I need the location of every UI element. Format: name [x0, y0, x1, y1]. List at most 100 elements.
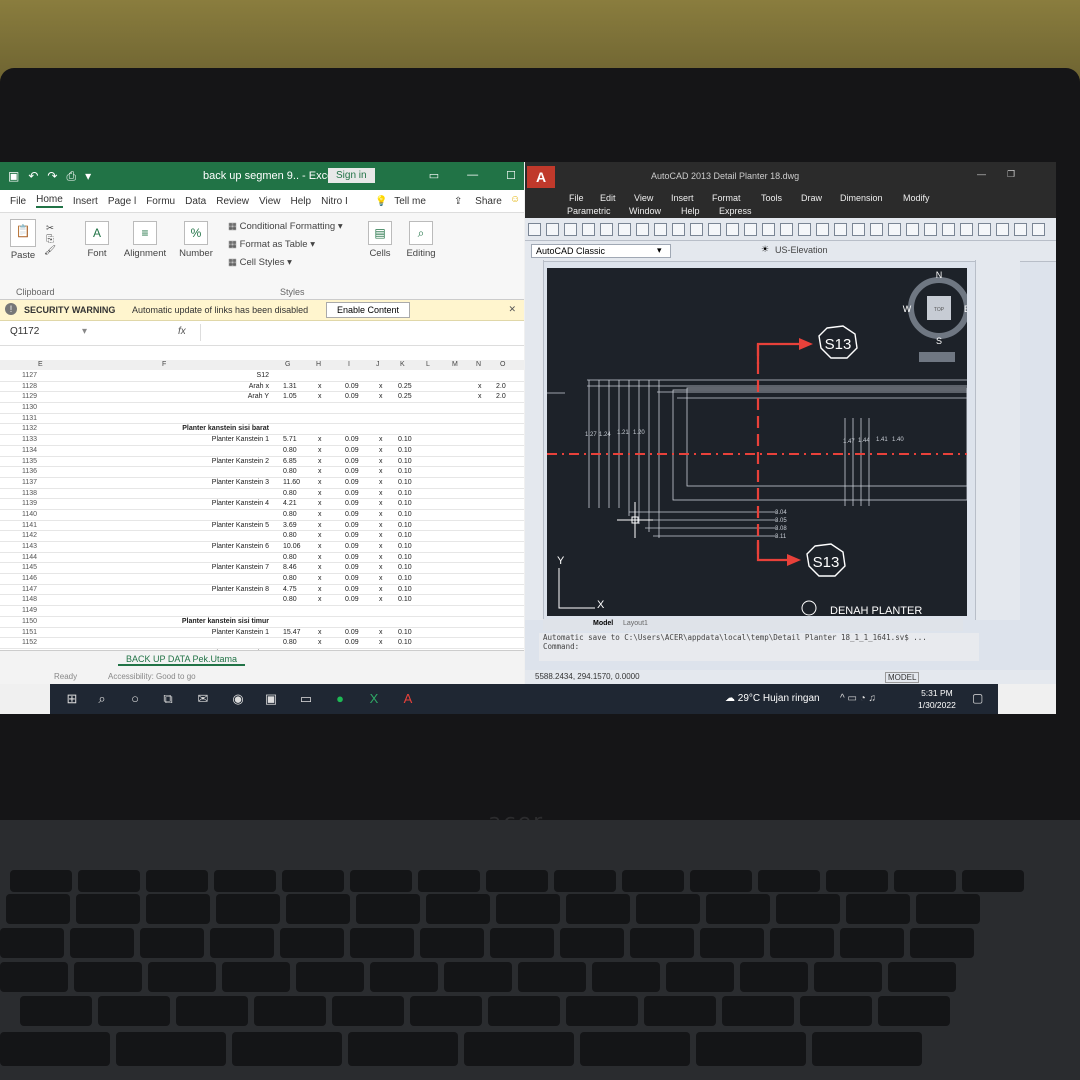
- toolbar-button[interactable]: [654, 223, 667, 236]
- table-cell[interactable]: x: [379, 639, 383, 646]
- table-cell[interactable]: x: [318, 554, 322, 561]
- command-line[interactable]: Automatic save to C:\Users\ACER\appdata\…: [539, 633, 979, 661]
- table-cell[interactable]: 4.21: [283, 500, 297, 507]
- table-row[interactable]: 1145 Planter Kanstein 7 8.46 x 0.09 x 0.10: [0, 563, 524, 575]
- table-cell[interactable]: Arah x: [249, 383, 269, 390]
- table-cell[interactable]: Planter kanstein sisi timur: [182, 618, 269, 625]
- row-number[interactable]: 1133: [22, 436, 37, 443]
- drawing-canvas[interactable]: 1.27 1.24 1.21 1.20 1.47 1.44 1.41 1.40 …: [547, 268, 967, 616]
- toolbar-button[interactable]: [708, 223, 721, 236]
- column-header[interactable]: I: [348, 361, 350, 368]
- table-cell[interactable]: 0.09: [345, 490, 359, 497]
- table-row[interactable]: 1141 Planter Kanstein 5 3.69 x 0.09 x 0.10: [0, 521, 524, 532]
- table-cell[interactable]: x: [318, 468, 322, 475]
- cell-styles-button[interactable]: ▦ Cell Styles ▾: [228, 257, 292, 268]
- table-cell[interactable]: 0.10: [398, 629, 412, 636]
- notifications-icon[interactable]: ▢: [972, 691, 983, 705]
- table-cell[interactable]: 0.09: [345, 458, 359, 465]
- table-cell[interactable]: x: [318, 564, 322, 571]
- table-cell[interactable]: x: [318, 586, 322, 593]
- table-cell[interactable]: x: [478, 383, 482, 390]
- table-cell[interactable]: x: [379, 554, 383, 561]
- row-number[interactable]: 1142: [22, 532, 37, 539]
- table-cell[interactable]: 0.09: [345, 639, 359, 646]
- menu-help[interactable]: Help: [681, 206, 700, 216]
- row-number[interactable]: 1127: [22, 372, 37, 379]
- toolbar-button[interactable]: [762, 223, 775, 236]
- name-box-dropdown-icon[interactable]: ▾: [82, 326, 87, 337]
- table-cell[interactable]: Planter Kanstein 1: [212, 629, 269, 636]
- ribbon-display-icon[interactable]: ▭: [429, 169, 439, 182]
- toolbar-button[interactable]: [924, 223, 937, 236]
- cortana-icon[interactable]: ○: [127, 691, 143, 707]
- table-cell[interactable]: x: [318, 447, 322, 454]
- row-number[interactable]: 1137: [22, 479, 37, 486]
- row-number[interactable]: 1145: [22, 564, 37, 571]
- menu-window[interactable]: Window: [629, 206, 661, 216]
- table-cell[interactable]: x: [318, 596, 322, 603]
- row-number[interactable]: 1136: [22, 468, 37, 475]
- toolbar-button[interactable]: [564, 223, 577, 236]
- cells-button[interactable]: ▤ Cells: [366, 221, 394, 259]
- formula-input[interactable]: [200, 324, 511, 341]
- row-number[interactable]: 1144: [22, 554, 37, 561]
- sheet-tab-active[interactable]: BACK UP DATA Pek.Utama: [118, 654, 246, 666]
- excel-taskbar-icon[interactable]: X: [366, 691, 382, 707]
- minimize-icon[interactable]: —: [467, 169, 478, 182]
- table-row[interactable]: 1131: [0, 414, 524, 425]
- menu-modify[interactable]: Modify: [903, 193, 930, 203]
- table-cell[interactable]: 0.10: [398, 596, 412, 603]
- table-row[interactable]: 1150 Planter kanstein sisi timur: [0, 617, 524, 628]
- table-cell[interactable]: 2.0: [496, 393, 506, 400]
- section-marker-bottom[interactable]: S13: [806, 543, 846, 577]
- model-space-button[interactable]: MODEL: [885, 672, 920, 683]
- chrome-icon[interactable]: ◉: [230, 691, 246, 707]
- table-cell[interactable]: x: [318, 393, 322, 400]
- column-header[interactable]: J: [376, 361, 380, 368]
- table-row[interactable]: 1128 Arah x 1.31 x 0.09 x 0.25 x 2.0: [0, 382, 524, 393]
- table-cell[interactable]: 0.09: [345, 575, 359, 582]
- table-cell[interactable]: x: [379, 383, 383, 390]
- table-cell[interactable]: 0.80: [283, 554, 297, 561]
- table-cell[interactable]: 0.09: [345, 511, 359, 518]
- table-cell[interactable]: 0.10: [398, 554, 412, 561]
- tab-insert[interactable]: Insert: [73, 196, 98, 207]
- table-cell[interactable]: 0.09: [345, 554, 359, 561]
- windows-start-icon[interactable]: ⊞: [64, 691, 80, 707]
- toolbar-button[interactable]: [618, 223, 631, 236]
- workspace-dropdown-icon[interactable]: ▾: [657, 245, 662, 256]
- status-accessibility[interactable]: Accessibility: Good to go: [108, 672, 196, 681]
- menu-draw[interactable]: Draw: [801, 193, 822, 203]
- toolbar-button[interactable]: [690, 223, 703, 236]
- row-number[interactable]: 1132: [22, 425, 37, 432]
- table-cell[interactable]: 0.10: [398, 564, 412, 571]
- number-button[interactable]: % Number: [177, 221, 215, 259]
- table-cell[interactable]: Planter Kanstein 3: [212, 479, 269, 486]
- section-marker-top[interactable]: S13: [818, 325, 858, 359]
- table-cell[interactable]: x: [318, 629, 322, 636]
- table-cell[interactable]: x: [379, 458, 383, 465]
- toolbar-button[interactable]: [636, 223, 649, 236]
- table-row[interactable]: 1127 S12: [0, 371, 524, 382]
- table-row[interactable]: 1133 Planter Kanstein 1 5.71 x 0.09 x 0.10: [0, 435, 524, 446]
- table-cell[interactable]: x: [318, 639, 322, 646]
- tab-formulas[interactable]: Formu: [146, 196, 175, 207]
- table-row[interactable]: 1134 0.80 x 0.09 x 0.10: [0, 446, 524, 457]
- table-row[interactable]: 1149: [0, 606, 524, 617]
- mail-icon[interactable]: ✉: [195, 691, 211, 707]
- table-cell[interactable]: 0.25: [398, 383, 412, 390]
- toolbar-button[interactable]: [816, 223, 829, 236]
- workspace-dropdown[interactable]: AutoCAD Classic: [531, 244, 671, 258]
- toolbar-button[interactable]: [996, 223, 1009, 236]
- task-view-icon[interactable]: ⧉: [160, 691, 176, 707]
- table-cell[interactable]: x: [318, 575, 322, 582]
- table-cell[interactable]: Planter Kanstein 5: [212, 522, 269, 529]
- table-cell[interactable]: 0.09: [345, 468, 359, 475]
- row-number[interactable]: 1143: [22, 543, 37, 550]
- tab-layout1[interactable]: Layout1: [623, 620, 648, 627]
- table-cell[interactable]: x: [318, 490, 322, 497]
- table-cell[interactable]: 0.09: [345, 393, 359, 400]
- row-number[interactable]: 1128: [22, 383, 37, 390]
- row-number[interactable]: 1147: [22, 586, 37, 593]
- table-row[interactable]: 1135 Planter Kanstein 2 6.85 x 0.09 x 0.10: [0, 457, 524, 468]
